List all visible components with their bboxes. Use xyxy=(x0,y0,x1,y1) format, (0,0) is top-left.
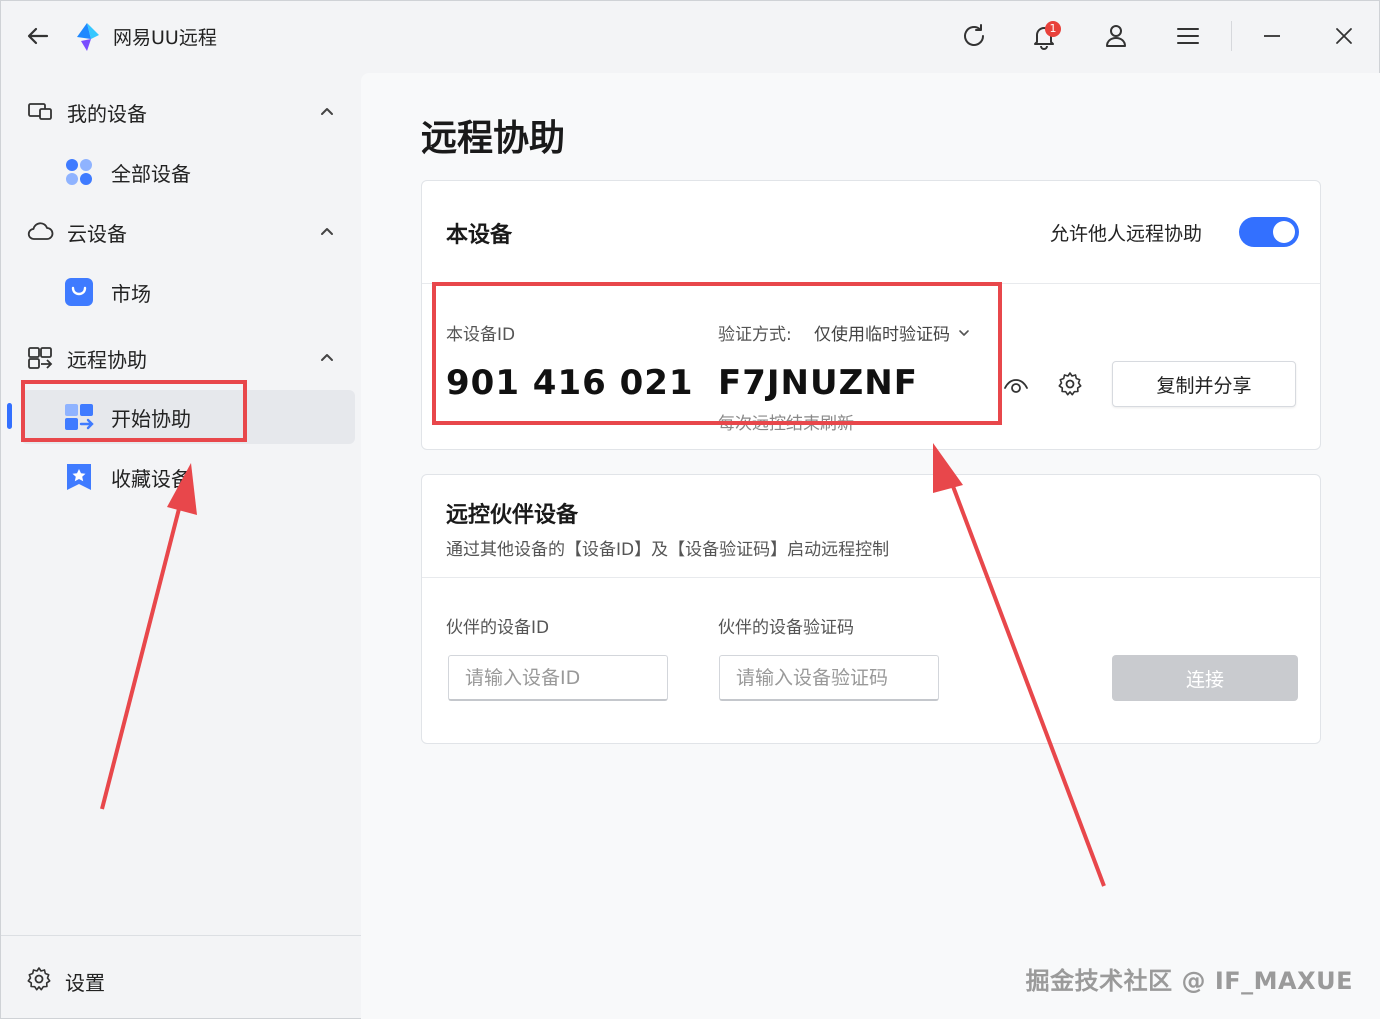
minimize-icon[interactable] xyxy=(1255,19,1289,53)
sidebar-group-my-devices[interactable]: 我的设备 xyxy=(25,94,341,130)
card-title: 本设备 xyxy=(446,223,513,248)
menu-icon[interactable] xyxy=(1171,19,1205,53)
sidebar-group-label: 我的设备 xyxy=(67,101,147,126)
bookmark-star-icon xyxy=(63,461,95,493)
gear-icon xyxy=(25,965,53,997)
main-panel: 远程协助 本设备 允许他人远程协助 本设备ID 901 416 021 验证方式… xyxy=(361,73,1380,1019)
refresh-icon[interactable] xyxy=(957,19,991,53)
sidebar-divider xyxy=(1,935,361,936)
card-divider xyxy=(422,577,1320,578)
sidebar: 我的设备 全部设备 云设备 市场 远程协助 开始协助 收藏设备 xyxy=(1,73,361,1019)
card-subtitle: 通过其他设备的【设备ID】及【设备验证码】启动远程控制 xyxy=(446,540,890,560)
annotation-highlight-box xyxy=(21,380,247,442)
cloud-icon xyxy=(25,217,55,247)
sidebar-item-label: 收藏设备 xyxy=(111,466,191,491)
sidebar-item-favorite-devices[interactable]: 收藏设备 xyxy=(21,450,355,504)
copy-share-button[interactable]: 复制并分享 xyxy=(1112,361,1296,407)
user-icon[interactable] xyxy=(1099,19,1133,53)
allow-assist-label: 允许他人远程协助 xyxy=(1050,223,1203,245)
notification-bell-icon[interactable]: 1 xyxy=(1027,19,1061,53)
app-logo-icon xyxy=(71,21,103,53)
toggle-knob xyxy=(1273,221,1295,243)
sidebar-settings[interactable]: 设置 xyxy=(25,963,105,999)
chevron-up-icon[interactable] xyxy=(315,346,339,370)
sidebar-group-label: 云设备 xyxy=(67,221,127,246)
partner-code-label: 伙伴的设备验证码 xyxy=(718,618,854,638)
notification-badge: 1 xyxy=(1045,21,1061,37)
devices-icon xyxy=(25,97,55,127)
sidebar-item-market[interactable]: 市场 xyxy=(21,265,355,319)
shopping-bag-icon xyxy=(63,276,95,308)
partner-device-card: 远控伙伴设备 通过其他设备的【设备ID】及【设备验证码】启动远程控制 伙伴的设备… xyxy=(421,474,1321,744)
sidebar-group-label: 远程协助 xyxy=(67,347,147,372)
titlebar-separator xyxy=(1231,21,1232,51)
card-title: 远控伙伴设备 xyxy=(446,503,579,528)
gear-icon[interactable] xyxy=(1054,368,1086,400)
annotation-highlight-box xyxy=(432,282,1002,425)
allow-assist-toggle[interactable] xyxy=(1239,217,1299,247)
sidebar-group-cloud-devices[interactable]: 云设备 xyxy=(25,214,341,250)
back-icon[interactable] xyxy=(23,21,53,51)
sidebar-item-label: 市场 xyxy=(111,281,151,306)
chevron-up-icon[interactable] xyxy=(315,220,339,244)
partner-id-label: 伙伴的设备ID xyxy=(446,618,550,638)
connect-button[interactable]: 连接 xyxy=(1112,655,1298,701)
page-title: 远程协助 xyxy=(421,118,566,159)
watermark: 掘金技术社区 @ IF_MAXUE xyxy=(1025,967,1353,995)
sidebar-item-all-devices[interactable]: 全部设备 xyxy=(21,145,355,199)
title-bar: 网易UU远程 1 xyxy=(1,1,1380,73)
app-window: 网易UU远程 1 我的设备 全部设备 云设备 市场 远程协助 开始协助 收藏设备… xyxy=(0,0,1380,1019)
sidebar-group-remote-assist[interactable]: 远程协助 xyxy=(25,340,341,376)
chevron-up-icon[interactable] xyxy=(315,100,339,124)
grid-dots-icon xyxy=(63,156,95,188)
remote-assist-icon xyxy=(25,343,55,373)
partner-id-input[interactable] xyxy=(448,655,668,701)
eye-icon[interactable] xyxy=(1000,369,1032,401)
settings-label: 设置 xyxy=(65,970,105,995)
partner-code-input[interactable] xyxy=(719,655,939,701)
close-icon[interactable] xyxy=(1327,19,1361,53)
app-title: 网易UU远程 xyxy=(113,27,217,49)
sidebar-item-label: 全部设备 xyxy=(111,161,191,186)
active-indicator xyxy=(7,403,12,429)
